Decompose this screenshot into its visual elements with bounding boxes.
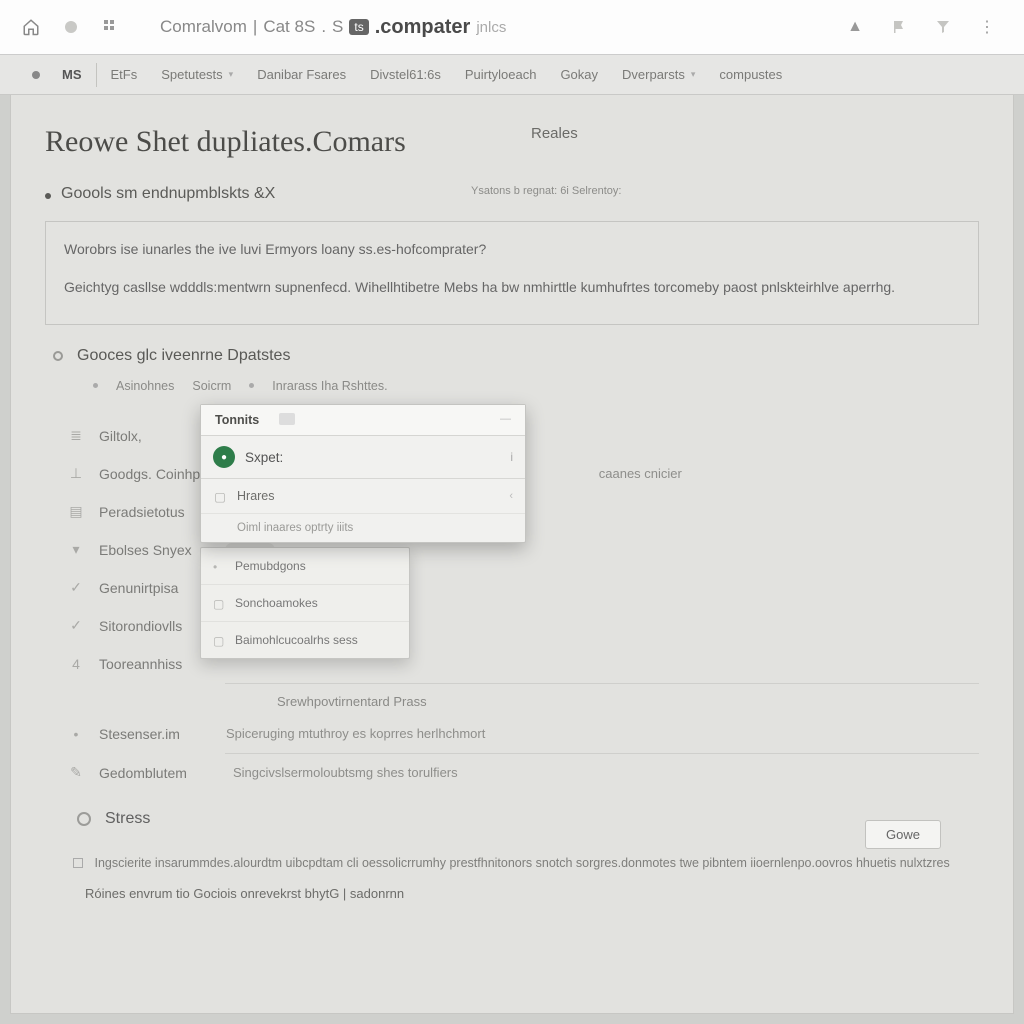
gove-button[interactable]: Gowe [865, 820, 941, 849]
square-icon: ▢ [213, 634, 225, 646]
chevron-down-icon: ▾ [69, 543, 83, 557]
row-right-note: Spiceruging mtuthroy es koprres herlhchm… [226, 726, 485, 741]
popover-search-label: Sxpet: [245, 450, 500, 465]
stress-row[interactable]: Stress [77, 810, 979, 828]
up-icon[interactable]: ▲ [844, 16, 866, 38]
ring-icon [77, 812, 91, 826]
info-line-2: Geichtyg casllse wdddls:mentwrn supnenfe… [64, 276, 960, 300]
plus-icon: ⊥ [69, 467, 83, 481]
info-line-1: Worobrs ise iunarles the ive luvi Ermyor… [64, 238, 960, 262]
sub-row-labels: Asinohnes Soicrm Inrarass Iha Rshttes. [93, 379, 979, 393]
list-item[interactable]: 4 Tooreannhiss [45, 645, 979, 683]
breadcrumb-d: jnlcs [476, 19, 506, 36]
dot-icon: • [69, 727, 83, 741]
subrow-a[interactable]: Asinohnes [116, 379, 174, 393]
subrow-c[interactable]: Inrarass Iha Rshttes. [272, 379, 387, 393]
sub-bullet-label: Gooces glc iveenrne Dpatstes [77, 347, 290, 365]
popover-option[interactable]: ▢ Sonchoamokes [201, 585, 409, 622]
breadcrumb-c[interactable]: .compater [375, 16, 471, 39]
footer-cmd: Róines envrum tio Gociois onrevekrst bhy… [85, 886, 979, 901]
breadcrumb-b[interactable]: Cat 8S [263, 17, 315, 37]
breadcrumb-a[interactable]: Comralvom [160, 17, 247, 37]
tab-danibar[interactable]: Danibar Fsares [245, 55, 358, 94]
popover-option[interactable]: • Pemubdgons [201, 548, 409, 585]
circle-icon[interactable] [60, 16, 82, 38]
info-panel: Worobrs ise iunarles the ive luvi Ermyor… [45, 221, 979, 325]
subsection-tab[interactable]: Reales [531, 125, 578, 143]
tab-dverparsts[interactable]: Dverparsts▾ [610, 55, 707, 94]
home-icon[interactable] [20, 16, 42, 38]
book-icon: ≣ [69, 429, 83, 443]
tab-etfs[interactable]: EtFs [99, 55, 150, 94]
row-right-note: Singcivslsermoloubtsmg shes torulfiers [233, 765, 458, 780]
check-icon: ✓ [69, 581, 83, 595]
info-icon[interactable]: i [510, 450, 513, 464]
square-icon: ▢ [213, 597, 225, 609]
number-icon: 4 [69, 657, 83, 671]
list-item[interactable]: • Stesenser.im Spiceruging mtuthroy es k… [45, 715, 979, 753]
nav-tabs: MS EtFs Spetutests▾ Danibar Fsares Divst… [0, 55, 1024, 95]
nav-dot-icon [32, 71, 40, 79]
row-note-text: Srewhpovtirnentard Prass [277, 684, 979, 715]
list-item[interactable]: ✓ Sitorondiovlls [45, 607, 979, 645]
tab-puirty[interactable]: Puirtyloeach [453, 55, 549, 94]
page-body: Reowe Shet dupliates.Comars Reales Ysato… [10, 95, 1014, 1014]
tab-gokay[interactable]: Gokay [548, 55, 610, 94]
grid-icon[interactable] [100, 16, 122, 38]
check-icon: ✓ [69, 619, 83, 633]
bullet-icon [45, 193, 51, 199]
square-icon: ▢ [213, 489, 227, 503]
popover-tab-icon[interactable] [279, 413, 295, 425]
breadcrumb: Comralvom | Cat 8S . S ts .compater jnlc… [160, 16, 506, 39]
filter-icon[interactable] [932, 16, 954, 38]
tab-compustes[interactable]: compustes [707, 55, 794, 94]
chip-badge: ts [349, 19, 368, 35]
popover-option[interactable]: ▢ Hrares ‹ [201, 479, 525, 514]
tab-divstel[interactable]: Divstel61:6s [358, 55, 453, 94]
popover-tab[interactable]: Tonnits [215, 413, 259, 427]
doc-icon: ▤ [69, 505, 83, 519]
stress-label: Stress [105, 810, 150, 828]
dropdown-popover: Tonnits ― ● Sxpet: i ▢ Hrares ‹ Oiml ina… [200, 404, 526, 543]
popover-sub: Oiml inaares optrty iiits [201, 514, 525, 542]
page-title: Reowe Shet dupliates.Comars [45, 125, 979, 159]
tab-spetutests[interactable]: Spetutests▾ [149, 55, 245, 94]
dot-icon: • [213, 560, 225, 572]
popover-search-row[interactable]: ● Sxpet: i [201, 436, 525, 479]
first-bullet: Goools sm endnupmblskts &X [61, 185, 275, 203]
helper-text: Ysatons b regnat: 6i Selrentoy: [471, 185, 621, 197]
list-item[interactable]: ✓ Genunirtpisa [45, 569, 979, 607]
top-toolbar: Comralvom | Cat 8S . S ts .compater jnlc… [0, 0, 1024, 55]
dropdown-popover-secondary: • Pemubdgons ▢ Sonchoamokes ▢ Baimohlcuc… [200, 547, 410, 659]
pencil-icon: ✎ [69, 766, 83, 780]
popover-option[interactable]: ▢ Baimohlcucoalrhs sess [201, 622, 409, 658]
tab-ms[interactable]: MS [50, 55, 94, 94]
footer-note: Ingscierite insarummdes.alourdtm uibcpdt… [73, 854, 979, 873]
list-item[interactable]: ✎ Gedomblutem Singcivslsermoloubtsmg she… [45, 754, 979, 792]
radio-icon[interactable] [53, 351, 63, 361]
subrow-b[interactable]: Soicrm [192, 379, 231, 393]
more-icon[interactable]: ⋮ [976, 16, 998, 38]
row-right-note: caanes cnicier [599, 466, 682, 481]
checkbox-icon[interactable] [73, 858, 83, 868]
flag-icon[interactable] [888, 16, 910, 38]
search-badge-icon: ● [213, 446, 235, 468]
